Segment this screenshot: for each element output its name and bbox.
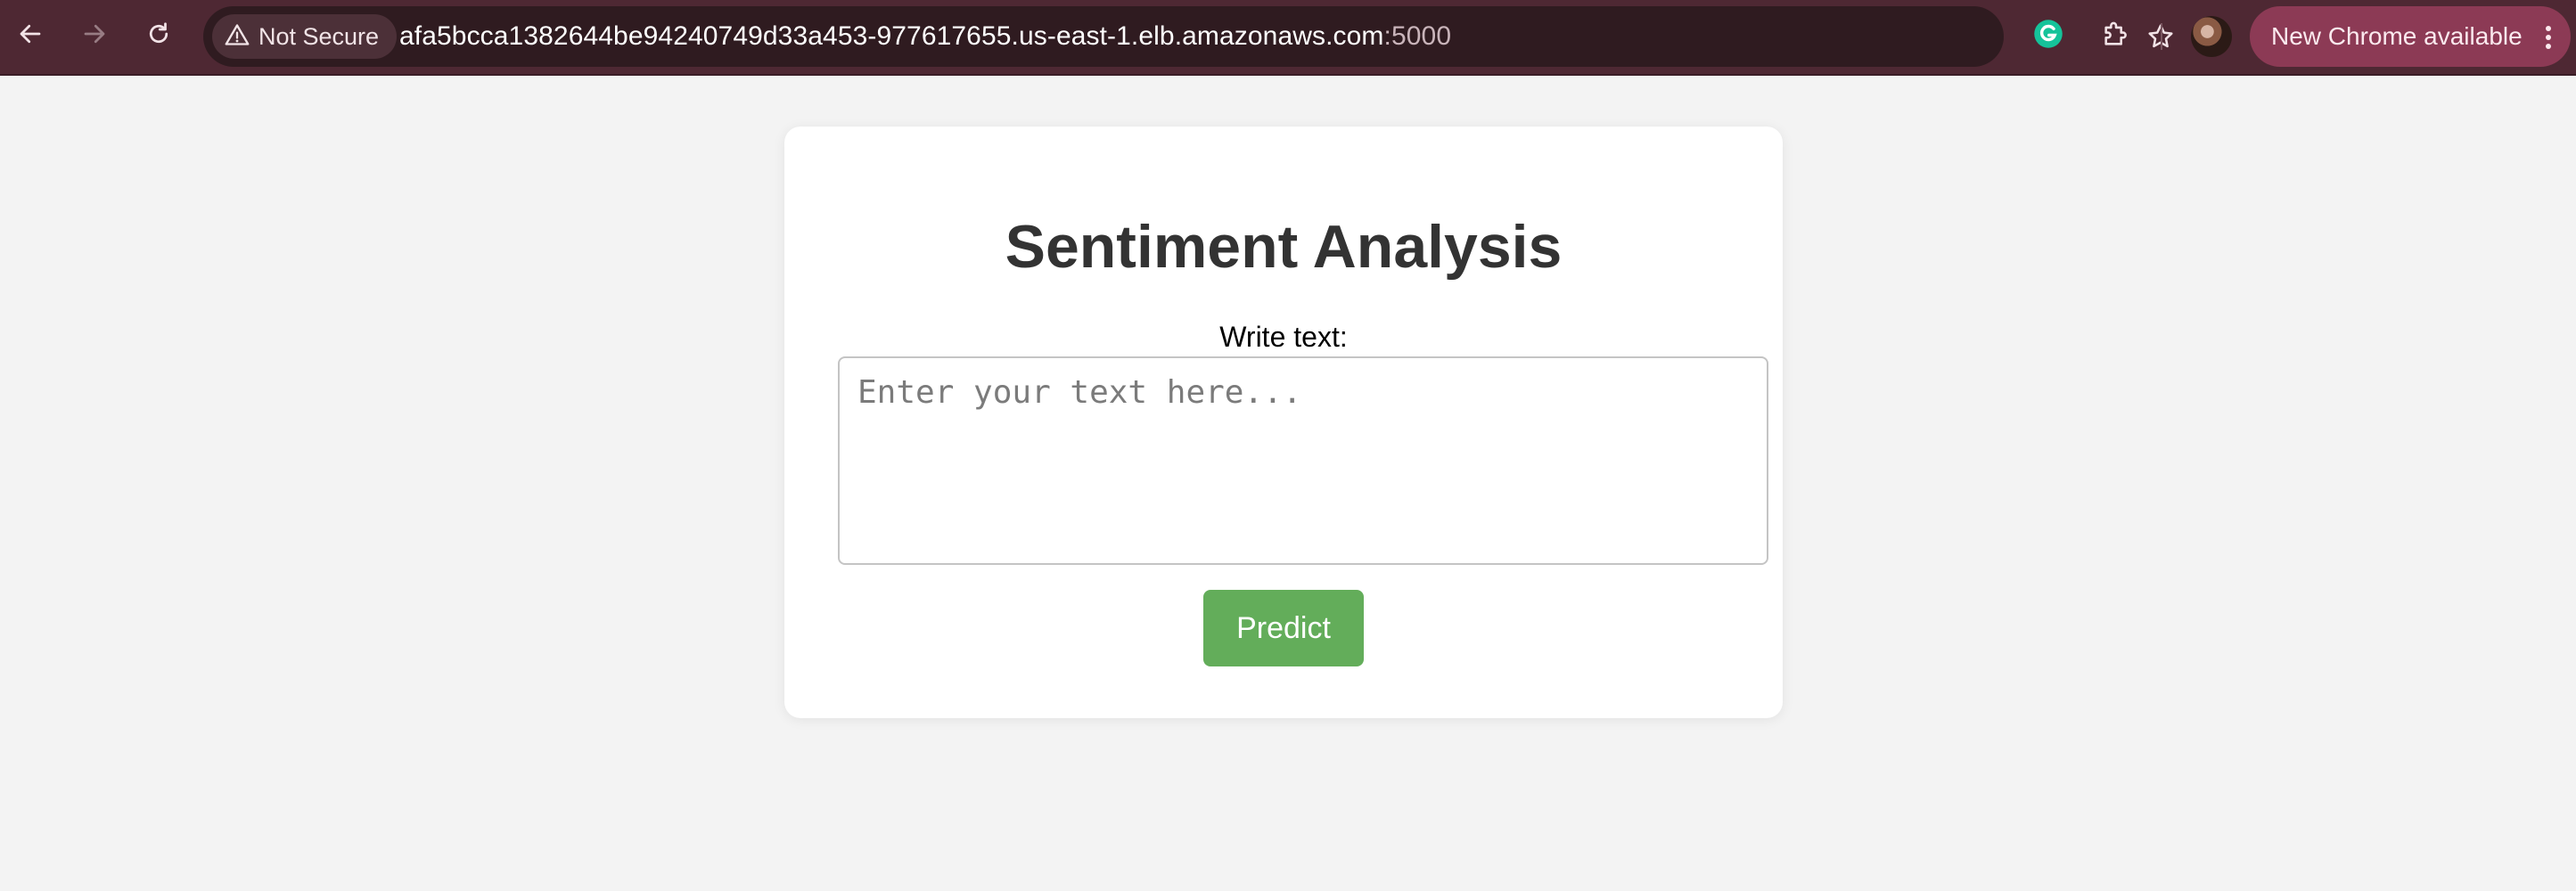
toolbar-divider [2161,23,2162,50]
chrome-update-button[interactable]: New Chrome available [2250,6,2571,67]
security-chip[interactable]: Not Secure [212,14,398,59]
url-port: :5000 [1383,21,1452,51]
predict-button[interactable]: Predict [1203,590,1364,666]
warning-icon [225,23,250,51]
reload-icon[interactable] [135,11,182,57]
security-label: Not Secure [258,22,380,50]
text-input-label: Write text: [1219,321,1348,353]
extensions-icon[interactable] [2093,11,2139,57]
back-icon[interactable] [7,11,53,57]
page-title: Sentiment Analysis [1005,213,1563,281]
url-host: afa5bcca1382644be94240749d33a453-9776176… [399,21,1384,51]
text-input[interactable] [838,356,1768,565]
kebab-menu-icon[interactable] [2546,26,2551,49]
forward-icon[interactable] [71,11,118,57]
profile-avatar[interactable] [2191,16,2232,57]
url-text[interactable]: afa5bcca1382644be94240749d33a453-9776176… [399,6,1451,67]
address-bar[interactable]: Not Secure afa5bcca1382644be94240749d33a… [203,6,2173,67]
browser-toolbar: Not Secure afa5bcca1382644be94240749d33a… [0,0,2576,76]
chrome-update-label: New Chrome available [2271,22,2523,50]
sentiment-card: Sentiment Analysis Write text: Predict [784,127,1783,718]
grammarly-icon[interactable] [2025,11,2071,57]
